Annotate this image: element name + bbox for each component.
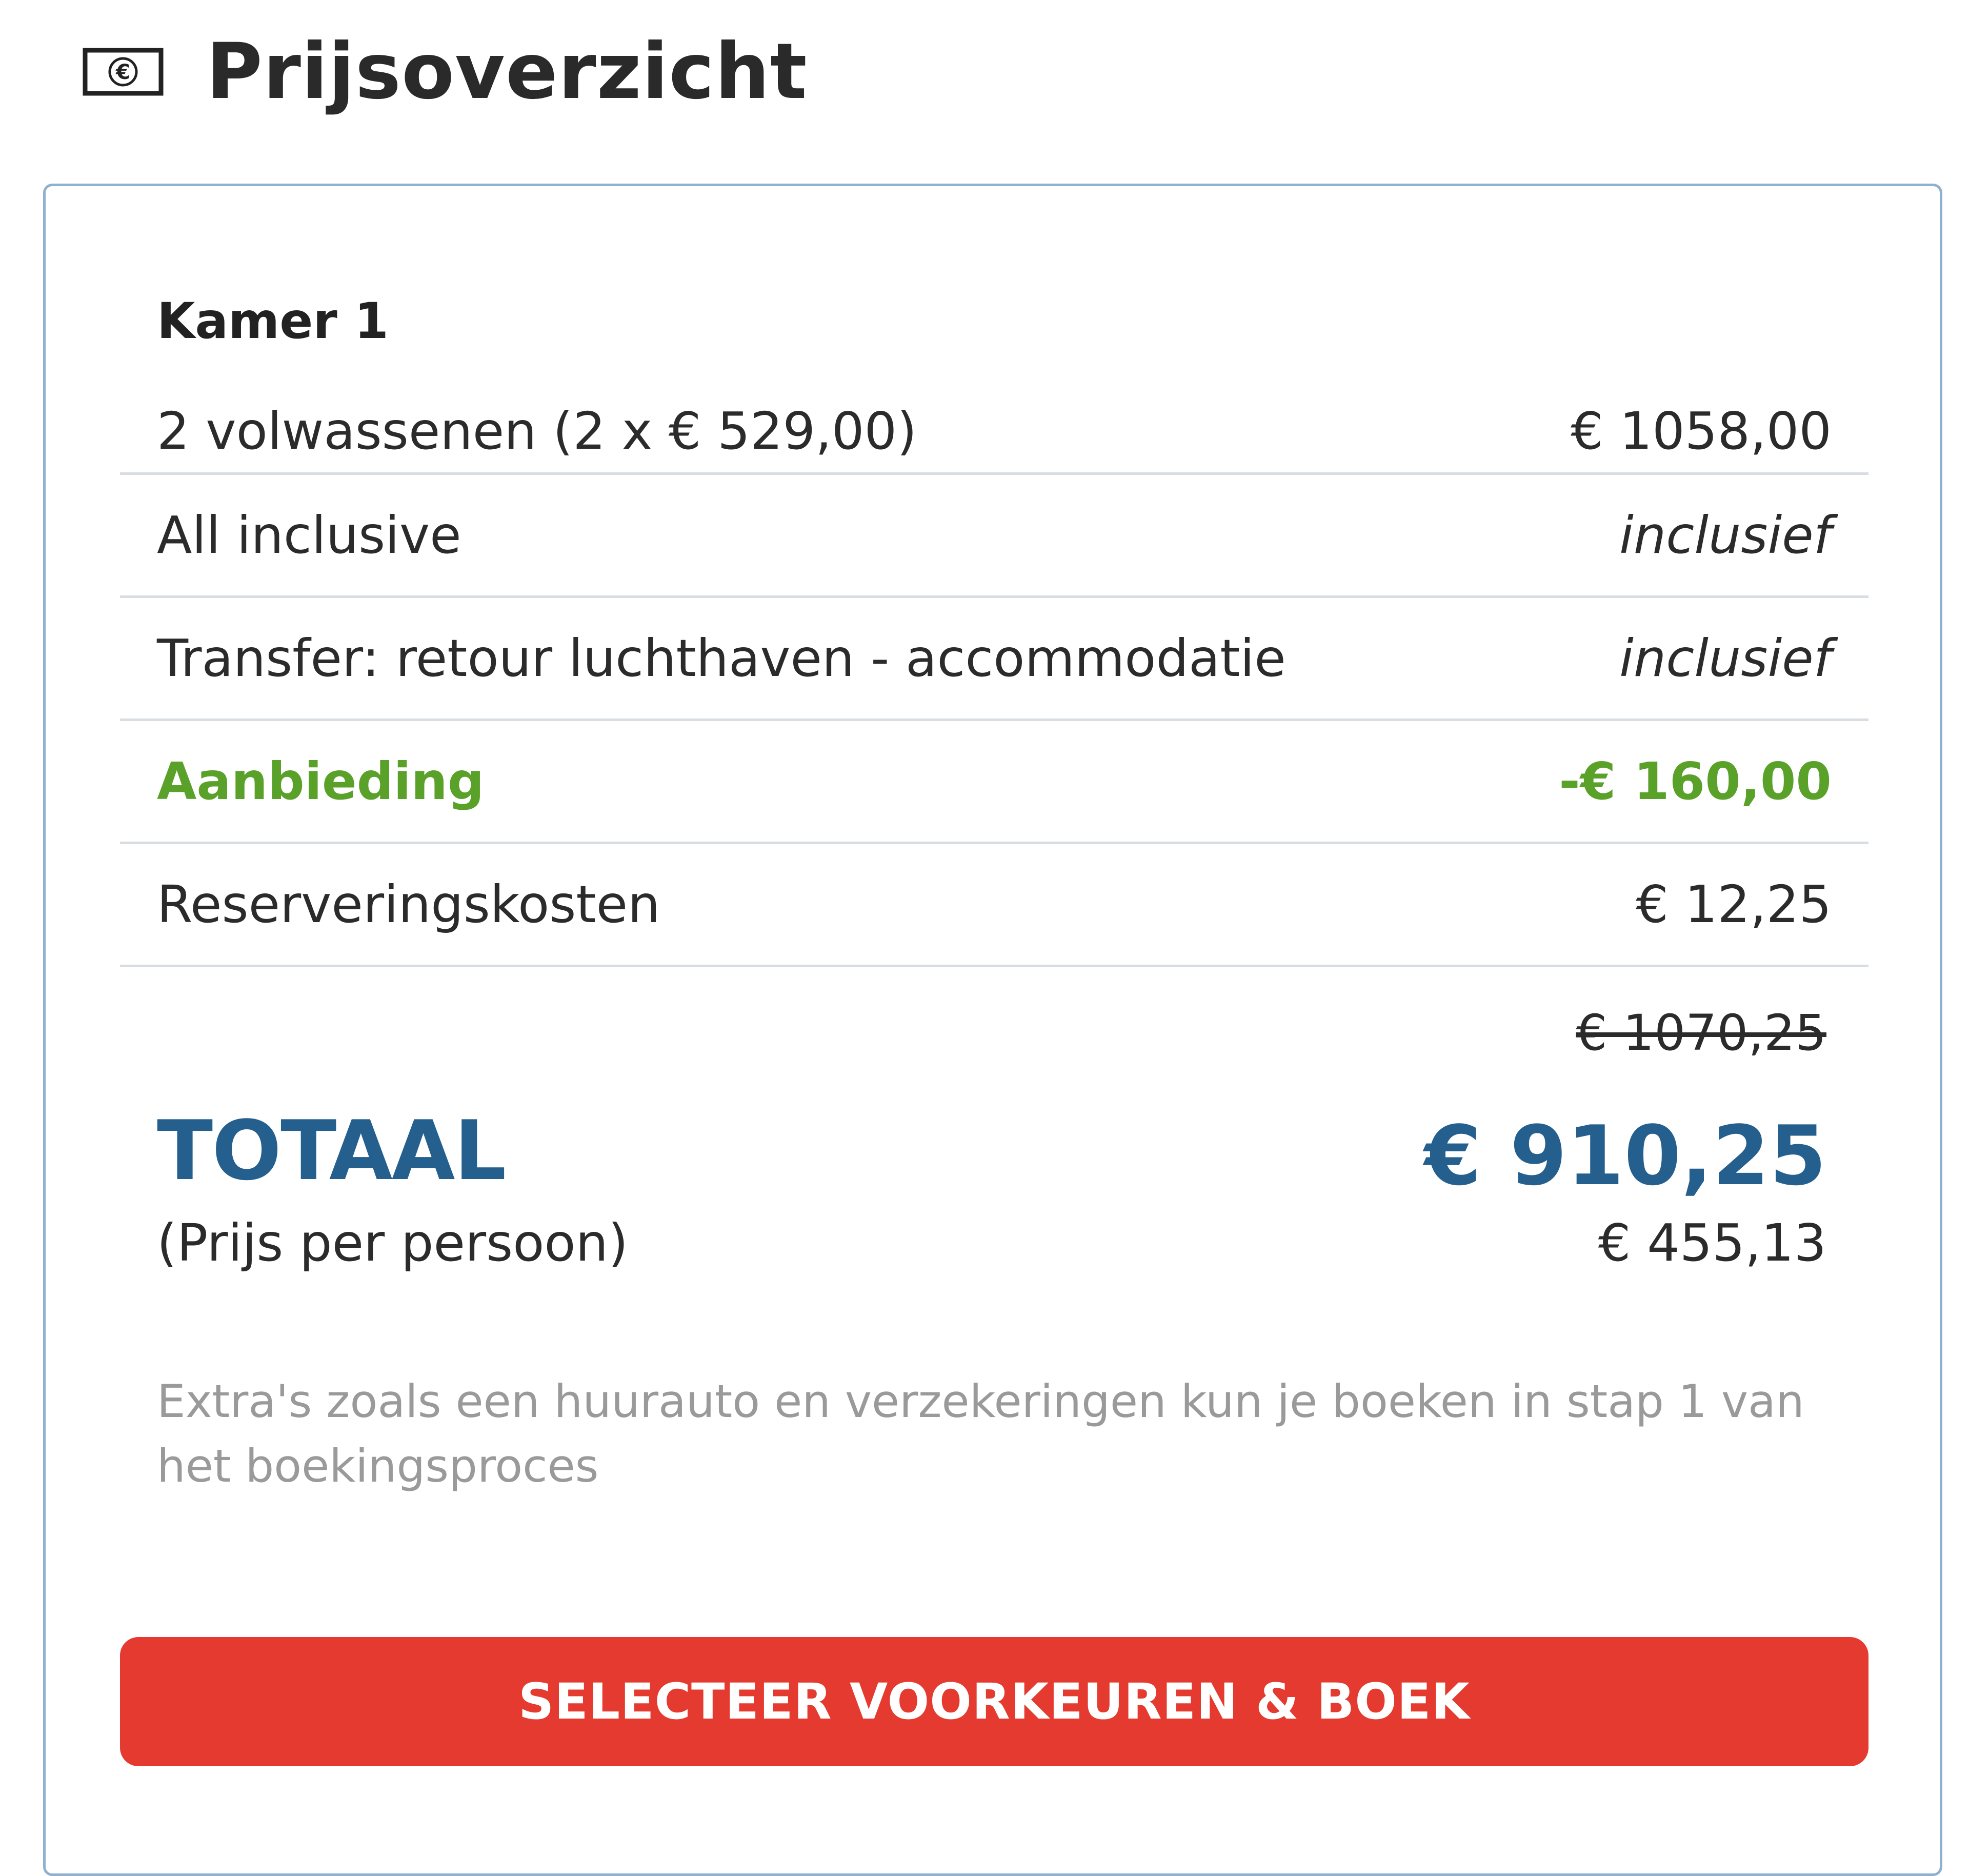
price-overview-header: € Prijsoverzicht <box>82 21 808 123</box>
extras-note: Extra's zoals een huurauto en verzekerin… <box>157 1375 1804 1492</box>
line-all-inclusive: All inclusive inclusief <box>120 475 1868 598</box>
line-label: All inclusive <box>157 505 461 565</box>
euro-banknote-icon: € <box>83 48 164 96</box>
line-label: Transfer: retour luchthaven - accommodat… <box>157 628 1286 688</box>
line-transfer: Transfer: retour luchthaven - accommodat… <box>120 598 1868 721</box>
line-value: € 12,25 <box>1636 874 1832 934</box>
line-label: Reserveringskosten <box>157 874 660 934</box>
line-label: Aanbieding <box>157 751 485 811</box>
per-person-label: (Prijs per persoon) <box>157 1213 628 1273</box>
per-person-price: € 455,13 <box>1598 1213 1826 1273</box>
total-label: TOTAAL <box>157 1103 506 1199</box>
line-value: inclusief <box>1619 628 1832 688</box>
svg-text:€: € <box>115 61 130 84</box>
line-value: inclusief <box>1619 505 1832 565</box>
original-price: € 1070,25 <box>1576 1004 1826 1062</box>
page-title: Prijsoverzicht <box>206 27 808 116</box>
line-label: 2 volwassenen (2 x € 529,00) <box>157 401 917 461</box>
line-reservation-costs: Reserveringskosten € 12,25 <box>120 844 1868 967</box>
line-value: € 1058,00 <box>1571 401 1832 461</box>
room-title: Kamer 1 <box>157 292 389 350</box>
line-offer: Aanbieding -€ 160,00 <box>120 721 1868 844</box>
line-adults: 2 volwassenen (2 x € 529,00) € 1058,00 <box>120 390 1868 475</box>
line-value: -€ 160,00 <box>1559 751 1832 811</box>
total-price: € 910,25 <box>1424 1108 1826 1204</box>
select-preferences-and-book-button[interactable]: SELECTEER VOORKEUREN & BOEK <box>120 1637 1868 1766</box>
